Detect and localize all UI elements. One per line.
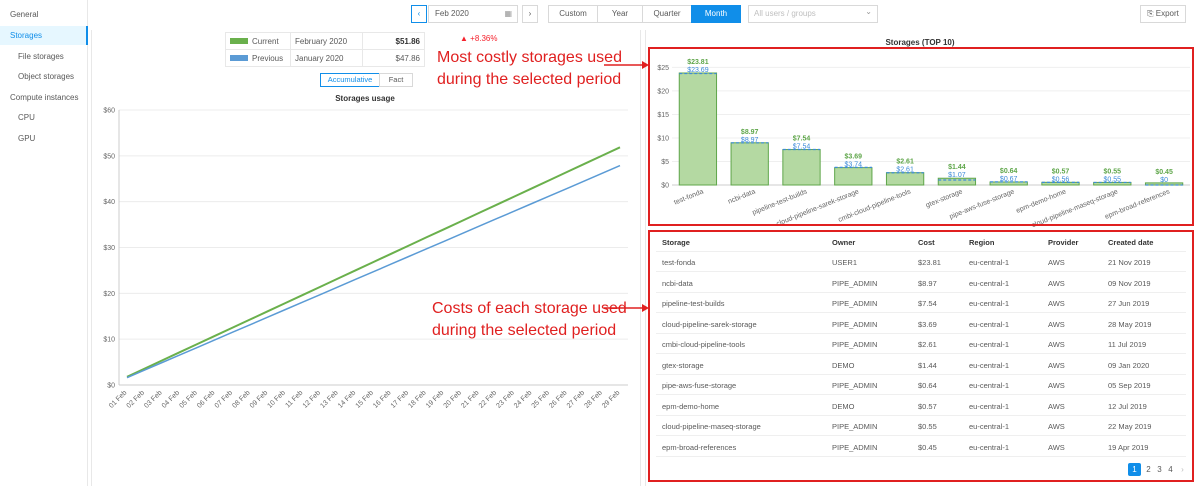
export-button[interactable]: ⎘ Export	[1140, 5, 1186, 23]
x-tick-label: 01 Feb	[108, 389, 128, 409]
x-tick-label: 13 Feb	[319, 389, 339, 409]
series-line-previous	[126, 164, 621, 379]
x-tick-label: 11 Feb	[284, 389, 304, 409]
accumulative-toggle[interactable]: Accumulative	[320, 73, 380, 87]
annotation-bottom-line2: during the selected period	[432, 322, 617, 339]
sidebar-item-general[interactable]: General	[0, 5, 88, 24]
summary-previous-period: January 2020	[290, 49, 363, 67]
sidebar-item-storages[interactable]: Storages	[0, 26, 88, 45]
x-tick-label: 06 Feb	[196, 389, 216, 409]
x-tick-label: 03 Feb	[143, 389, 163, 409]
y-tick-label: $30	[103, 245, 115, 252]
x-tick-label: 18 Feb	[407, 389, 427, 409]
users-groups-placeholder: All users / groups	[754, 9, 816, 18]
right-panel-divider	[645, 30, 646, 486]
chevron-left-icon: ‹	[417, 9, 421, 18]
x-tick-label: 15 Feb	[355, 389, 375, 409]
annotation-top-line1: Most costly storages used	[437, 49, 622, 66]
table-highlight-box	[648, 230, 1194, 482]
y-tick-label: $0	[107, 383, 115, 390]
x-tick-label: 29 Feb	[601, 389, 621, 409]
previous-legend-swatch	[230, 55, 248, 62]
sidebar-item-cpu[interactable]: CPU	[0, 108, 88, 127]
sidebar-item-gpu[interactable]: GPU	[0, 129, 88, 148]
period-tab-year[interactable]: Year	[597, 5, 643, 23]
period-date-value: Feb 2020	[435, 9, 469, 18]
period-tab-custom[interactable]: Custom	[548, 5, 598, 23]
x-tick-label: 26 Feb	[548, 389, 568, 409]
x-tick-label: 25 Feb	[531, 389, 551, 409]
x-tick-label: 09 Feb	[249, 389, 269, 409]
series-line-current	[126, 146, 621, 378]
prev-period-button[interactable]: ‹	[411, 5, 427, 23]
x-tick-label: 16 Feb	[372, 389, 392, 409]
y-tick-label: $40	[103, 199, 115, 206]
x-tick-label: 10 Feb	[267, 389, 287, 409]
x-tick-label: 08 Feb	[231, 389, 251, 409]
x-tick-label: 19 Feb	[425, 389, 445, 409]
summary-previous-label-cell: Previous	[225, 49, 291, 67]
fact-toggle[interactable]: Fact	[379, 73, 413, 87]
y-tick-label: $10	[103, 337, 115, 344]
y-tick-label: $50	[103, 153, 115, 160]
summary-table: Current February 2020 $51.86 Previous Ja…	[225, 32, 425, 67]
sidebar-item-file-storages[interactable]: File storages	[0, 47, 88, 66]
summary-current-label: Current	[252, 36, 279, 46]
summary-previous-label: Previous	[252, 53, 284, 63]
y-tick-label: $60	[103, 108, 115, 115]
summary-current-value: $51.86	[362, 32, 425, 50]
x-tick-label: 14 Feb	[337, 389, 357, 409]
x-tick-label: 02 Feb	[126, 389, 146, 409]
summary-current-label-cell: Current	[225, 32, 291, 50]
chevron-right-icon: ›	[528, 9, 532, 18]
left-panel-divider	[91, 30, 92, 486]
sidebar-item-object-storages[interactable]: Object storages	[0, 67, 88, 86]
summary-row-previous: Previous January 2020 $47.86	[225, 49, 425, 67]
next-period-button[interactable]: ›	[522, 5, 538, 23]
x-tick-label: 20 Feb	[443, 389, 463, 409]
x-tick-label: 21 Feb	[460, 389, 480, 409]
export-icon: ⎘	[1147, 9, 1154, 18]
usage-line-chart: $0 $10 $20 $30 $40 $50 $60 01 Feb02 Feb03 Feb04…	[103, 108, 628, 410]
export-label: Export	[1155, 9, 1179, 18]
x-tick-label: 07 Feb	[214, 389, 234, 409]
sidebar-item-compute-instances[interactable]: Compute instances	[0, 88, 88, 107]
period-tab-month[interactable]: Month	[691, 5, 741, 23]
x-tick-label: 24 Feb	[513, 389, 533, 409]
x-tick-label: 04 Feb	[161, 389, 181, 409]
cost-delta-badge: ▲ +8.36%	[460, 34, 498, 43]
annotation-top-line2: during the selected period	[437, 71, 622, 88]
x-tick-label: 23 Feb	[495, 389, 515, 409]
period-tab-quarter[interactable]: Quarter	[642, 5, 692, 23]
x-tick-label: 12 Feb	[302, 389, 322, 409]
users-groups-select[interactable]: All users / groups ⌄	[748, 5, 878, 23]
y-tick-label: $20	[103, 291, 115, 298]
chevron-down-icon: ⌄	[865, 7, 872, 16]
cloud-pipeline-billing-app: General Storages File storages Object st…	[0, 0, 1200, 486]
period-date-picker[interactable]: Feb 2020 ▦	[428, 5, 518, 23]
summary-current-period: February 2020	[290, 32, 363, 50]
summary-row-current: Current February 2020 $51.86	[225, 32, 425, 50]
calendar-icon: ▦	[504, 9, 512, 18]
x-tick-label: 22 Feb	[478, 389, 498, 409]
x-tick-label: 27 Feb	[566, 389, 586, 409]
x-tick-label: 17 Feb	[390, 389, 410, 409]
top10-chart-title: Storages (TOP 10)	[885, 38, 955, 47]
usage-chart-title: Storages usage	[335, 94, 395, 103]
center-divider	[640, 30, 641, 486]
annotation-bottom-line1: Costs of each storage used	[432, 300, 627, 317]
x-tick-label: 05 Feb	[178, 389, 198, 409]
top10-highlight-box	[648, 47, 1194, 226]
current-legend-swatch	[230, 38, 248, 45]
x-tick-label: 28 Feb	[583, 389, 603, 409]
sidebar: General Storages File storages Object st…	[0, 0, 88, 486]
summary-previous-value: $47.86	[362, 49, 425, 67]
